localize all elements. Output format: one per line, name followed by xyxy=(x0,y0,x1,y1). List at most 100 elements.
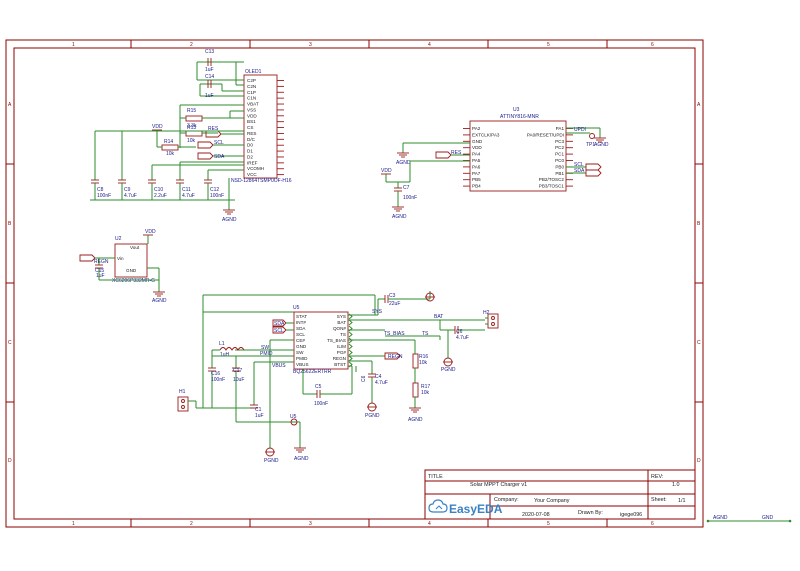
c7-ref: C7 xyxy=(403,185,410,191)
charger-no-connect-mark xyxy=(348,343,353,350)
c14-val: 1uF xyxy=(205,93,214,99)
charger-part: BQ25622ERTRR xyxy=(293,369,332,375)
c3-val: 22uF xyxy=(389,301,400,307)
oled-pin-label: VCC xyxy=(247,172,257,177)
title-block: TITLE Solar MPPT Charger v1 REV: 1.0 Com… xyxy=(424,469,696,520)
oled-pin-label: D/C xyxy=(247,137,256,142)
vdd-symbol-ldo: VDD xyxy=(143,229,156,244)
h2-ref: H2 xyxy=(483,310,490,316)
c7-gnd-symbol: AGND xyxy=(392,206,407,220)
cap-c3: C3 22uF xyxy=(377,291,431,315)
mcu-left-pin-label: PB5 xyxy=(472,177,481,182)
c1-val: 1uF xyxy=(255,413,264,419)
net-flag-sda-oled: SDA xyxy=(197,152,244,160)
ldo-block: U2 XC6206P332MR-G Vin Vout GND VDD REGN … xyxy=(79,229,167,304)
mcu-gnd-symbol: AGND xyxy=(396,152,411,166)
mcu-part: ATTINY816-MNR xyxy=(500,114,539,120)
oled-pin-list: C2PC2NC1PC1NVBATVSSVDDBS1CSRESD/CD0D1D2I… xyxy=(247,78,284,177)
c15-val: 1uF xyxy=(96,273,105,279)
oled-pin-label: D0 xyxy=(247,143,253,148)
oled-pin-label: C1P xyxy=(247,90,256,95)
charger-right-pin-label: ILIM xyxy=(337,344,346,349)
mcu-net-sda: SDA xyxy=(574,168,585,174)
cap-c6: C6 xyxy=(355,366,367,382)
oled-pin-label: BS1 xyxy=(247,119,256,124)
mcu-right-pin-label: PB0 xyxy=(555,164,564,169)
charger-no-connect-mark xyxy=(348,319,353,326)
charger-right-pin-label: SYS xyxy=(337,314,346,319)
oled-pin-label: VCOMH xyxy=(247,166,264,171)
net-flag-scl-charger: SCL xyxy=(272,326,294,334)
drawn-by-label: Drawn By: xyxy=(578,510,603,516)
title-label: TITLE xyxy=(428,474,443,480)
charger-left-pin-label: PMID xyxy=(296,356,308,361)
net-legend: AGND GND xyxy=(706,515,792,523)
charger-right-pin-label: TS xyxy=(340,332,346,337)
oled-net-scl: SCL xyxy=(214,140,224,146)
mcu-left-pin-list: PA2EXTCLK/PA3 GNDVDD PA4PA5PA6 PA7PB5 PB4 xyxy=(463,126,500,189)
c6-ref: C6 xyxy=(361,375,367,382)
mcu-left-pin-label: VDD xyxy=(472,145,482,150)
oled-pin-label: C2P xyxy=(247,78,256,83)
r13-ref: R13 xyxy=(187,125,196,131)
mcu-agnd-right-label: AGND xyxy=(594,142,609,148)
mcu-left-pin-label: PB4 xyxy=(472,184,481,189)
c17-ref: C17 xyxy=(233,368,242,374)
resistor-r16: R16 10k xyxy=(412,353,428,383)
oled-pin-label: VSS xyxy=(247,107,256,112)
oled-vdd: VDD xyxy=(152,124,163,130)
net-legend-gnd: GND xyxy=(762,515,774,521)
connector-h2: H2 xyxy=(483,310,499,329)
mcu-right-pin-label: PB2/TOSC2 xyxy=(539,177,565,182)
col-label-bottom: 6 xyxy=(651,521,654,527)
charger-left-pin-label: SDA xyxy=(296,326,306,331)
mcu-right-pin-label: PC1 xyxy=(555,152,564,157)
mcu-right-pin-label: PC3 xyxy=(555,139,564,144)
rev-value: 1.0 xyxy=(672,482,680,488)
col-label-bottom: 2 xyxy=(190,521,193,527)
charger-right-pin-label: QON# xyxy=(333,326,346,331)
cap-c1: C1 1uF xyxy=(250,395,264,419)
cap-c7: C7 100nF xyxy=(394,185,417,207)
mcu-left-pin-label: EXTCLK/PA3 xyxy=(472,132,500,137)
row-label-right: C xyxy=(697,340,701,346)
charger-right-pin-label: PG# xyxy=(337,350,347,355)
row-label-left: C xyxy=(8,340,12,346)
pgnd-bat-label: PGND xyxy=(441,367,456,373)
r16-val: 10k xyxy=(419,360,428,366)
ldo-net-regn: REGN xyxy=(94,259,109,265)
l1-val: 1uH xyxy=(220,352,230,358)
charger-right-pin-label: TS_BIAS xyxy=(327,338,346,343)
c14-ref: C14 xyxy=(205,74,214,80)
oled-pin-label: RES xyxy=(247,131,256,136)
oled-net-sda: SDA xyxy=(214,154,225,160)
vdd-symbol-mcu: VDD xyxy=(381,168,392,175)
mcu-agnd-right-symbol: AGND xyxy=(594,137,609,148)
oled-pin-label: D2 xyxy=(247,154,253,159)
charger-left-pin-label: VBUS xyxy=(296,362,309,367)
charger-left-pin-label: INT# xyxy=(296,320,306,325)
easyeda-logo-icon xyxy=(428,499,448,513)
net-flag-sda-charger: SDA xyxy=(272,319,294,327)
cap-c17: C17 10uF xyxy=(232,367,244,385)
charger-ref: U5 xyxy=(293,305,300,311)
ldo-pin-gnd: GND xyxy=(126,268,137,273)
mcu-right-pin-label: PB1 xyxy=(555,171,564,176)
oled-pin-label: CS xyxy=(247,125,253,130)
c3-ref: C3 xyxy=(389,293,396,299)
mcu-left-pin-label: PA2 xyxy=(472,126,481,131)
cap-c15: C15 1uF xyxy=(95,264,105,280)
schematic-sheet: 1 2 3 4 5 6 1 2 3 4 5 6 A B C D A B C D … xyxy=(0,0,800,566)
charger-net-regn: REGN xyxy=(388,354,403,360)
mcu-right-pin-label: PA1 xyxy=(556,126,565,131)
mcu-left-pin-label: GND xyxy=(472,139,483,144)
connector-h1: H1 xyxy=(177,389,197,412)
pgnd-c4-label: PGND xyxy=(365,413,380,419)
net-vbus-label: VBUS xyxy=(272,363,286,369)
cap-c16: C16 100nF xyxy=(208,367,225,385)
charger-block: U5 BQ25622ERTRR STATINT#SDASCLCE#GNDSWPM… xyxy=(177,291,499,464)
net-ts-bias-label: TS_BIAS xyxy=(384,331,405,337)
row-label-right: B xyxy=(697,221,701,227)
charger-net-sda: SDA xyxy=(274,321,285,327)
oled-cap-bank: C8100nFC94.7uFC102.2uFC114.7uFC12100nF xyxy=(91,179,224,200)
